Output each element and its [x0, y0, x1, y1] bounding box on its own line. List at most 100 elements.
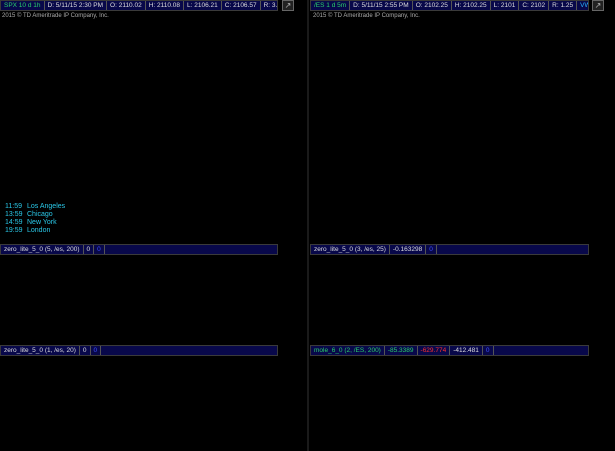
- y-tick-label: 0.5: [591, 299, 600, 305]
- spx-candle: [20, 101, 24, 118]
- y-tick-label: 1: [280, 377, 284, 383]
- price-tag-bg: [588, 21, 615, 30]
- x-axis-label: Tue: [24, 444, 35, 450]
- es-candle: [473, 109, 476, 123]
- tz-city: Los Angeles: [27, 203, 66, 210]
- bar-range: R: 1.25: [549, 1, 578, 10]
- spx-candle: [173, 186, 177, 193]
- panel-frame: [309, 253, 588, 336]
- maximize-icon[interactable]: ↗: [282, 0, 294, 11]
- x-axis-label: 11: [342, 444, 349, 450]
- y-tick-label: 1.25: [591, 259, 603, 265]
- x-axis-label: 15: [584, 444, 591, 450]
- price-tag-bg: [588, 103, 615, 112]
- es-candle: [483, 70, 486, 79]
- tz-city: London: [27, 227, 51, 234]
- y-tick-label: 2,000: [591, 372, 607, 378]
- tz-time: 11:59: [5, 203, 22, 210]
- spx-candle: [151, 118, 155, 139]
- es-candle: [557, 183, 560, 192]
- y-tick-label: 0: [280, 271, 284, 277]
- x-axis-label: 14: [565, 444, 572, 450]
- tz-city: New York: [27, 219, 57, 226]
- spx-candle: [38, 63, 42, 74]
- timezone-clocks: 11:59 Los Angeles 13:59 Chicago 14:59 New Y…: [5, 203, 65, 235]
- study-marker: 0: [91, 346, 102, 355]
- symbol-selector[interactable]: /ES 1 d 5m: [311, 1, 351, 10]
- es-candle: [386, 50, 389, 58]
- es-candle: [316, 135, 319, 144]
- bar-close: C: 2106.57: [222, 1, 261, 10]
- es-candle: [336, 86, 339, 95]
- y-tick-label: 2101: [591, 230, 605, 236]
- symbol-selector[interactable]: SPX 10 d 1h: [1, 1, 45, 10]
- spx-candle: [214, 141, 218, 152]
- es-candle: [523, 154, 526, 162]
- panel-splitter[interactable]: [307, 0, 309, 451]
- es-candle: [540, 180, 543, 188]
- x-axis-label: 10: [321, 444, 328, 450]
- y-tick-label: 1: [591, 272, 595, 278]
- es-candle: [356, 54, 359, 61]
- x-axis-label: 13: [386, 444, 393, 450]
- y-tick-label: 2090: [280, 150, 294, 156]
- spx-candle: [254, 77, 258, 81]
- spx-candle: [11, 56, 15, 78]
- x-axis-label: Mon: [455, 444, 467, 450]
- spx-candle: [146, 97, 150, 118]
- vwap-study[interactable]: VWAP (-2.0, 2.0, DAY): [577, 1, 588, 10]
- study-marker: 0: [426, 245, 437, 254]
- spx-candle: [92, 162, 96, 176]
- study-name[interactable]: mole_6_0 (2, /ES, 200): [311, 346, 385, 355]
- y-tick-label: 0: [591, 325, 595, 331]
- es-candle: [533, 170, 536, 176]
- es-candle: [436, 57, 439, 63]
- x-axis-label: Fri: [95, 444, 102, 450]
- oscillator-line: [1, 358, 258, 434]
- es-candle: [476, 93, 479, 110]
- es-candle: [520, 151, 523, 162]
- vwap-line: [319, 92, 583, 128]
- price-tag-bg: [588, 186, 615, 195]
- oscillator-line: [1, 257, 259, 341]
- spx-candle: [223, 84, 227, 146]
- es-candle: [312, 143, 315, 148]
- spx-candle: [119, 63, 123, 84]
- y-tick-label: -3: [280, 431, 286, 437]
- bar-low: L: 2101: [491, 1, 520, 10]
- lower-band-line: [319, 134, 583, 172]
- y-tick-label: 2113: [591, 36, 605, 42]
- timezone-row: 11:59 Los Angeles: [5, 203, 65, 211]
- oscillator-line: [311, 257, 581, 336]
- spx-candle: [2, 41, 6, 47]
- es-candle: [342, 70, 345, 79]
- spx-candle: [128, 43, 132, 54]
- last-price-tag: 2106.57: [260, 94, 282, 100]
- x-axis-label: Mon: [117, 444, 129, 450]
- y-tick-label: -0.5: [280, 287, 291, 293]
- spx-candle: [29, 84, 33, 108]
- right-chart-header: /ES 1 d 5m D: 5/11/15 2:55 PM O: 2102.25…: [310, 0, 589, 11]
- x-axis-label: Fri: [215, 444, 222, 450]
- es-candle: [577, 216, 580, 225]
- last-value-tag-bg: [588, 335, 615, 344]
- y-tick-label: 2103: [591, 198, 605, 204]
- x-axis-label: 15: [430, 444, 437, 450]
- es-candle: [403, 49, 406, 56]
- spx-candle: [74, 104, 78, 125]
- bar-high: H: 2110.08: [146, 1, 185, 10]
- tz-time: 14:59: [5, 219, 23, 226]
- price-tag: 2113.8: [589, 23, 608, 29]
- spx-candle: [205, 158, 209, 180]
- es-candle: [433, 62, 436, 74]
- price-tag: 2110.25: [589, 81, 611, 87]
- study-name[interactable]: zero_lite_5_0 (1, /es, 20): [1, 346, 80, 355]
- study-name[interactable]: zero_lite_5_0 (3, /es, 25): [311, 245, 390, 254]
- study-name[interactable]: zero_lite_5_0 (5, /es, 200): [1, 245, 84, 254]
- low-label: Lo: 2067.93: [183, 235, 212, 241]
- es-candle: [423, 60, 426, 71]
- y-tick-label: -0.25: [591, 338, 605, 344]
- maximize-icon[interactable]: ↗: [592, 0, 604, 11]
- x-axis-label: Tue: [142, 444, 153, 450]
- es-candle: [426, 70, 429, 81]
